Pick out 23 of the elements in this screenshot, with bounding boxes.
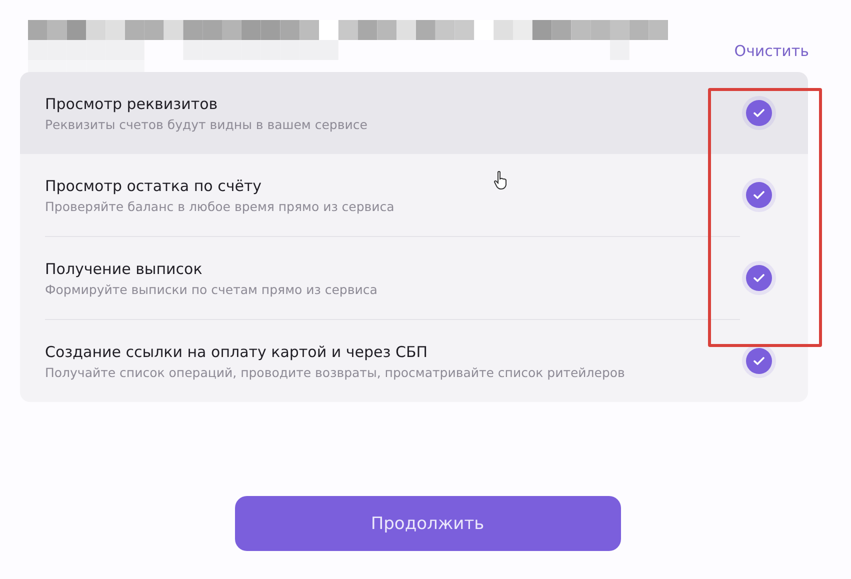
checkbox[interactable] xyxy=(746,348,772,374)
check-icon xyxy=(753,273,765,283)
permission-row[interactable]: Создание ссылки на оплату картой и через СБП Получайте список операций, проводите возвраты, просматривайте список ритейлеров xyxy=(20,320,808,402)
permission-description: Получайте список операций, проводите возвраты, просматривайте список ритейлеров xyxy=(45,364,625,380)
permission-title: Получение выписок xyxy=(45,260,202,278)
check-icon xyxy=(753,356,765,366)
permission-description: Формируйте выписки по счетам прямо из сервиса xyxy=(45,282,378,296)
permission-row[interactable]: Просмотр реквизитов Реквизиты счетов будут видны в вашем сервисе xyxy=(20,72,808,154)
permission-row[interactable]: Просмотр остатка по счёту Проверяйте баланс в любое время прямо из сервиса xyxy=(20,154,808,236)
check-icon xyxy=(753,190,765,200)
permission-title: Просмотр реквизитов xyxy=(45,94,218,112)
hand-cursor-icon xyxy=(493,170,509,190)
permission-description: Проверяйте баланс в любое время прямо из сервиса xyxy=(45,198,394,214)
clear-link[interactable]: Очистить xyxy=(734,42,809,60)
checkbox[interactable] xyxy=(746,100,772,126)
permission-title: Просмотр остатка по счёту xyxy=(45,176,262,194)
checkbox[interactable] xyxy=(746,182,772,208)
permission-title: Создание ссылки на оплату картой и через СБП xyxy=(45,342,428,360)
permission-description: Реквизиты счетов будут видны в вашем сервисе xyxy=(45,116,368,132)
permission-row[interactable]: Получение выписок Формируйте выписки по счетам прямо из сервиса xyxy=(20,237,808,319)
check-icon xyxy=(753,108,765,118)
continue-button[interactable]: Продолжить xyxy=(234,496,620,551)
checkbox[interactable] xyxy=(746,265,772,291)
